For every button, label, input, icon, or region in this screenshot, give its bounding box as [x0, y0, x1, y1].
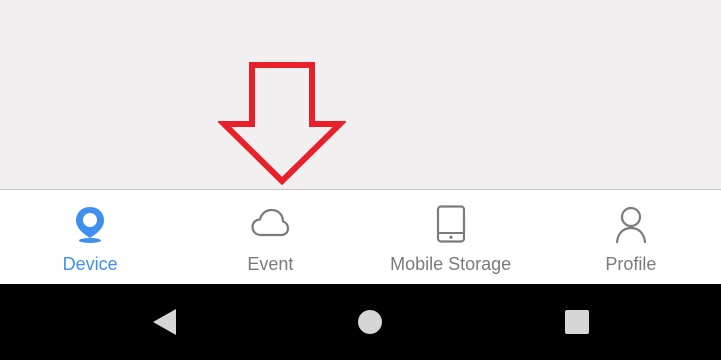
bottom-tab-bar: Device Event Mobile Storage Profile: [0, 189, 721, 284]
tab-label: Device: [62, 254, 118, 274]
recents-square-icon[interactable]: [563, 307, 593, 337]
app-screen: Device Event Mobile Storage Profile: [0, 0, 721, 360]
tab-profile[interactable]: Profile: [541, 190, 721, 284]
cloud-icon: [251, 208, 290, 237]
person-icon: [615, 206, 646, 244]
tablet-icon: [436, 205, 465, 243]
back-triangle-icon[interactable]: [150, 307, 180, 337]
content-area: [0, 0, 721, 189]
system-navigation-bar: [0, 284, 721, 360]
red-down-arrow-annotation: [218, 62, 346, 186]
tab-event[interactable]: Event: [180, 190, 360, 284]
tab-mobile-storage[interactable]: Mobile Storage: [361, 190, 541, 284]
tab-label: Event: [247, 254, 294, 274]
tab-label: Mobile Storage: [390, 254, 512, 274]
tab-label: Profile: [605, 254, 657, 274]
location-pin-icon: [76, 207, 105, 243]
tab-device[interactable]: Device: [0, 190, 180, 284]
home-circle-icon[interactable]: [355, 307, 385, 337]
